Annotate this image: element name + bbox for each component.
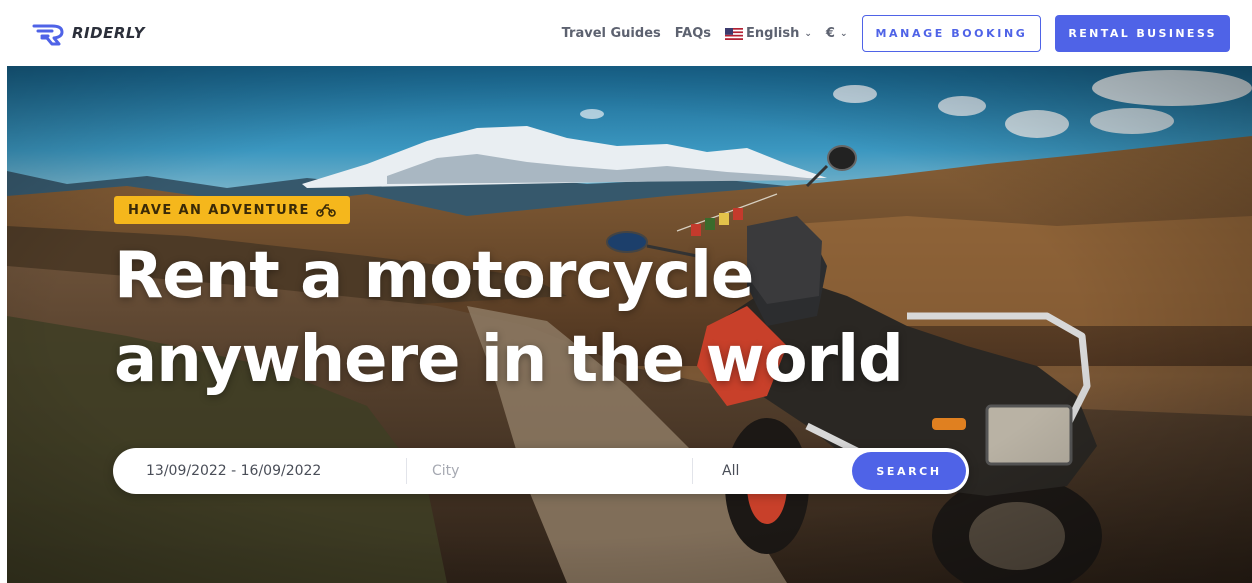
city-input[interactable] xyxy=(432,463,672,479)
hero-section: HAVE AN ADVENTURE Rent a motorcycle anyw… xyxy=(7,66,1252,583)
site-header: RIDERLY Travel Guides FAQs English ⌄ € ⌄… xyxy=(0,0,1252,66)
manage-booking-button[interactable]: MANAGE BOOKING xyxy=(861,15,1042,52)
hero-headline: Rent a motorcycle anywhere in the world xyxy=(114,234,934,402)
city-field[interactable] xyxy=(407,458,693,484)
nav-travel-guides[interactable]: Travel Guides xyxy=(562,26,661,41)
date-range-field[interactable]: 13/09/2022 - 16/09/2022 xyxy=(113,458,407,484)
rental-business-button[interactable]: RENTAL BUSINESS xyxy=(1055,15,1230,52)
headline-line-1: Rent a motorcycle xyxy=(114,239,754,313)
motorcycle-icon xyxy=(315,204,336,217)
vehicle-type-value: All xyxy=(722,463,740,479)
chevron-down-icon: ⌄ xyxy=(839,28,848,39)
brand-logo[interactable]: RIDERLY xyxy=(32,20,145,46)
headline-line-2: anywhere in the world xyxy=(114,323,904,397)
vehicle-type-select[interactable]: All xyxy=(693,448,851,494)
riderly-logo-icon xyxy=(32,24,64,46)
brand-name: RIDERLY xyxy=(72,24,145,42)
main-nav: Travel Guides FAQs English ⌄ € ⌄ MANAGE … xyxy=(562,15,1230,52)
badge-label: HAVE AN ADVENTURE xyxy=(128,202,310,218)
currency-label: € xyxy=(825,26,835,41)
nav-faqs[interactable]: FAQs xyxy=(675,26,711,41)
chevron-down-icon: ⌄ xyxy=(804,28,812,39)
currency-selector[interactable]: € ⌄ xyxy=(826,26,848,41)
language-selector[interactable]: English ⌄ xyxy=(725,26,812,41)
us-flag-icon xyxy=(725,27,743,40)
language-label: English xyxy=(746,26,800,41)
search-bar: 13/09/2022 - 16/09/2022 All SEARCH xyxy=(113,448,969,494)
date-range-value: 13/09/2022 - 16/09/2022 xyxy=(146,463,322,479)
search-button[interactable]: SEARCH xyxy=(852,452,966,490)
adventure-badge: HAVE AN ADVENTURE xyxy=(114,196,350,224)
